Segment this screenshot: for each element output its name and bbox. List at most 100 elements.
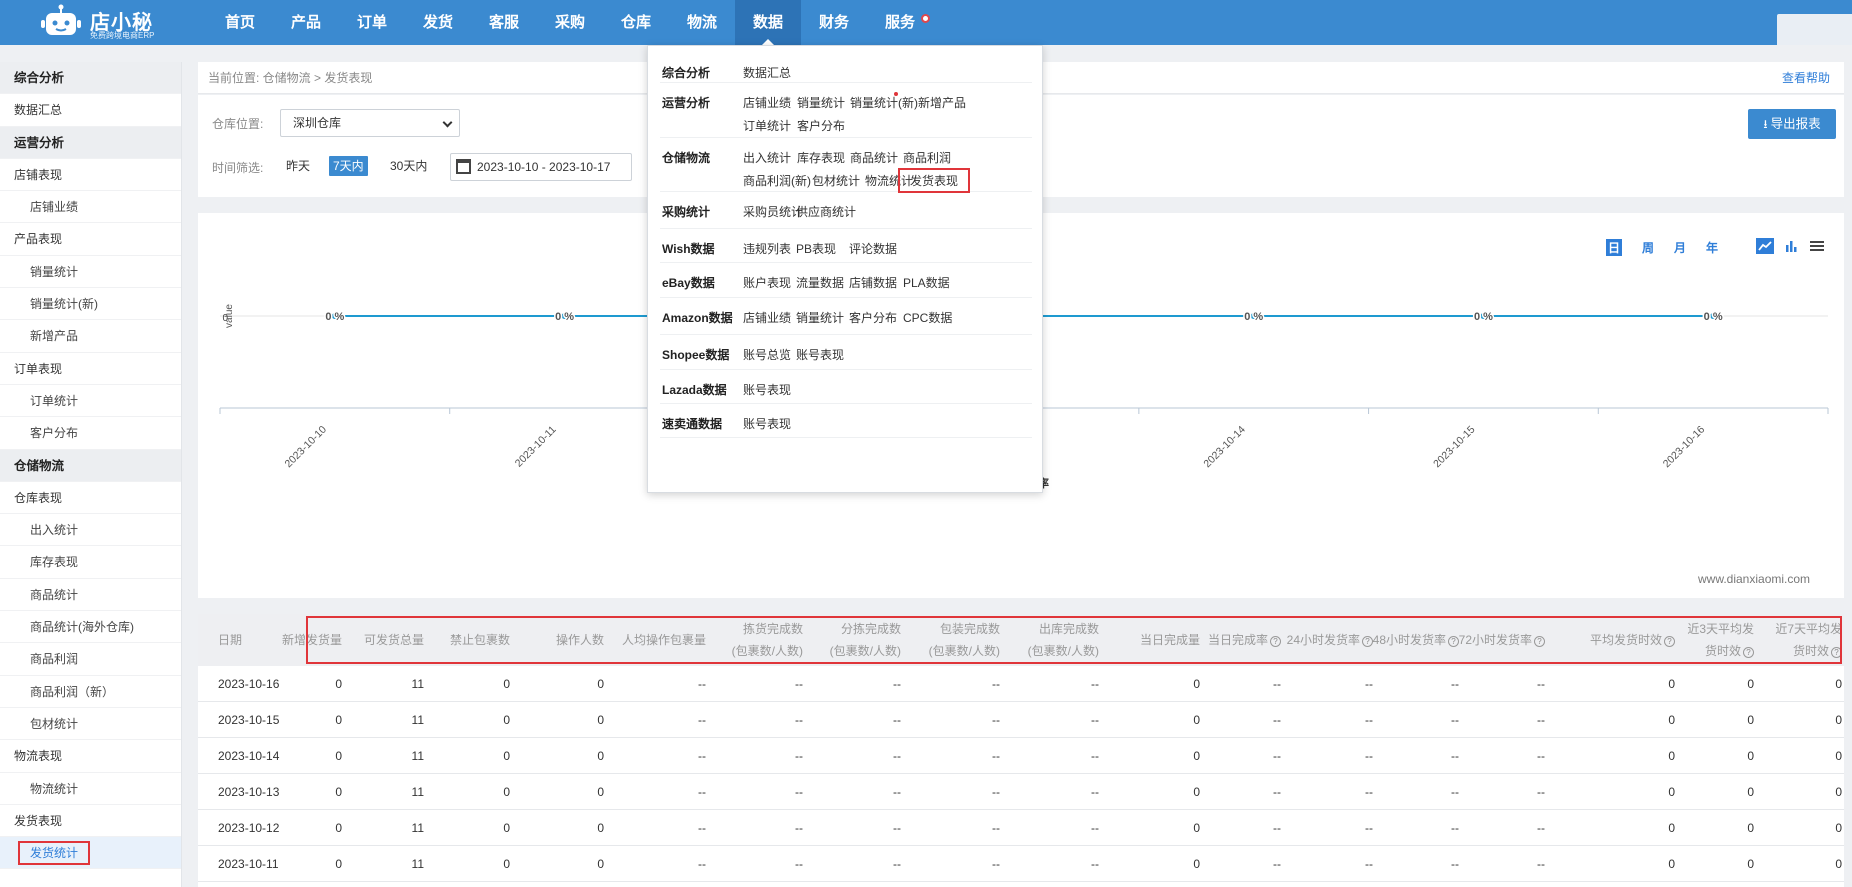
sidebar-item[interactable]: 商品利润（新） — [0, 676, 181, 708]
sidebar-item[interactable]: 发货表现 — [0, 805, 181, 838]
dropdown-link[interactable]: 账户表现 — [743, 274, 791, 291]
column-header[interactable]: 日期 — [218, 614, 242, 666]
table-row[interactable]: 2023-10-13 0 11 0 0 -- -- -- -- -- 0 -- -- -- -- 0 0 0 — [198, 774, 1844, 810]
dropdown-link[interactable]: 采购员统计 — [743, 203, 803, 220]
sidebar-label: 运营分析 — [14, 135, 65, 150]
top-navbar: 店小秘 免费跨境电商ERP 首页 产品 订单 发货 客服 采购 仓库 物流 数据 财务 服务 — [0, 0, 1852, 45]
dropdown-link[interactable]: CPC数据 — [903, 309, 952, 326]
table-cell: 0 — [1668, 749, 1675, 763]
sidebar-item[interactable]: 订单统计 — [0, 385, 181, 418]
dropdown-link[interactable]: 违规列表 — [743, 240, 791, 257]
sidebar-item[interactable]: 发货统计 — [0, 837, 181, 870]
dropdown-link[interactable]: 账号总览 — [743, 346, 791, 363]
sidebar-item[interactable]: 商品利润 — [0, 643, 181, 676]
dropdown-link[interactable]: PB表现 — [796, 240, 836, 257]
dropdown-link[interactable]: 新增产品 — [918, 94, 966, 111]
sidebar-item[interactable]: 物流表现 — [0, 740, 181, 773]
table-row[interactable]: 2023-10-14 0 11 0 0 -- -- -- -- -- 0 -- -- -- -- 0 0 0 — [198, 738, 1844, 774]
dropdown-link[interactable]: 商品利润(新) — [743, 172, 811, 189]
dropdown-link[interactable]: 销量统计 — [797, 94, 845, 111]
sidebar-item[interactable]: 库存表现 — [0, 546, 181, 579]
sidebar-item[interactable]: 订单表现 — [0, 353, 181, 385]
dropdown-link[interactable]: 销量统计(新) — [850, 94, 918, 111]
nav-service[interactable]: 客服 — [471, 0, 537, 45]
table-row[interactable]: 2023-10-11 0 11 0 0 -- -- -- -- -- 0 -- -- -- -- 0 0 0 — [198, 846, 1844, 882]
dropdown-link[interactable]: 店铺数据 — [849, 274, 897, 291]
table-cell: 0 — [335, 785, 342, 799]
sidebar-item[interactable]: 新增产品 — [0, 320, 181, 353]
dropdown-section-title: Wish数据 — [662, 242, 715, 256]
export-report-button[interactable]: ⭳ 导出报表 — [1748, 109, 1836, 139]
warehouse-select[interactable]: 深圳仓库 — [280, 109, 460, 137]
help-link[interactable]: 查看帮助 — [1782, 62, 1830, 94]
sidebar-item[interactable]: 店铺表现 — [0, 159, 181, 192]
table-cell: -- — [1451, 821, 1459, 835]
dropdown-link[interactable]: 商品利润 — [903, 149, 951, 166]
dropdown-link[interactable]: 账号表现 — [743, 381, 791, 398]
nav-data[interactable]: 数据 — [735, 0, 801, 45]
sidebar-item[interactable]: 店铺业绩 — [0, 191, 181, 224]
header-highlight-outline — [306, 616, 1842, 664]
dropdown-link[interactable]: 商品统计 — [850, 149, 898, 166]
dropdown-link[interactable]: 账号表现 — [796, 346, 844, 363]
time-option-30days[interactable]: 30天内 — [386, 156, 431, 176]
nav-home[interactable]: 首页 — [207, 0, 273, 45]
sidebar-item[interactable]: 产品表现 — [0, 223, 181, 256]
table-cell: -- — [1365, 677, 1373, 691]
dropdown-link[interactable]: 订单统计 — [743, 117, 791, 134]
dropdown-link[interactable]: 发货表现 — [898, 168, 971, 193]
logo[interactable]: 店小秘 免费跨境电商ERP — [40, 4, 200, 40]
sidebar-item[interactable]: 物流统计 — [0, 773, 181, 805]
dropdown-link[interactable]: 销量统计 — [796, 309, 844, 326]
time-option-yesterday[interactable]: 昨天 — [282, 156, 314, 176]
date-range-picker[interactable]: 2023-10-10 - 2023-10-17 — [450, 153, 632, 181]
sidebar-item[interactable]: 出入统计 — [0, 514, 181, 547]
brand-slogan: 免费跨境电商ERP — [90, 31, 155, 40]
table-row[interactable]: 2023-10-16 0 11 0 0 -- -- -- -- -- 0 -- -- -- -- 0 0 0 — [198, 666, 1844, 702]
dropdown-link[interactable]: 流量数据 — [796, 274, 844, 291]
nav-purchase[interactable]: 采购 — [537, 0, 603, 45]
table-row[interactable]: 2023-10-15 0 11 0 0 -- -- -- -- -- 0 -- -- -- -- 0 0 0 — [198, 702, 1844, 738]
table-cell: 11 — [411, 677, 424, 691]
sidebar-item[interactable]: 仓库表现 — [0, 482, 181, 515]
y-axis-label: value — [224, 304, 235, 328]
dropdown-link[interactable]: 出入统计 — [743, 149, 791, 166]
table-cell: -- — [698, 713, 706, 727]
dropdown-link[interactable]: 供应商统计 — [796, 203, 856, 220]
dropdown-link[interactable]: 客户分布 — [797, 117, 845, 134]
sidebar-item[interactable]: 销量统计 — [0, 256, 181, 289]
sidebar-item[interactable]: 商品统计 — [0, 579, 181, 612]
dropdown-link[interactable]: PLA数据 — [903, 274, 950, 291]
dropdown-link[interactable]: 店铺业绩 — [743, 309, 791, 326]
table-cell: -- — [1273, 749, 1281, 763]
time-option-7days[interactable]: 7天内 — [329, 156, 368, 176]
nav-warehouse[interactable]: 仓库 — [603, 0, 669, 45]
sidebar-label: 商品利润（新） — [30, 684, 115, 699]
dropdown-link[interactable]: 账号表现 — [743, 415, 791, 432]
sidebar-item[interactable]: 数据汇总 — [0, 94, 181, 127]
sidebar-label: 商品统计(海外仓库) — [30, 620, 134, 635]
table-cell: -- — [1273, 713, 1281, 727]
sidebar-item[interactable]: 客户分布 — [0, 417, 181, 450]
warehouse-label: 仓库位置: — [212, 117, 264, 131]
sidebar-item[interactable]: 销量统计(新) — [0, 288, 181, 321]
dropdown-link[interactable]: 评论数据 — [849, 240, 897, 257]
table-row[interactable]: 2023-10-12 0 11 0 0 -- -- -- -- -- 0 -- -- -- -- 0 0 0 — [198, 810, 1844, 846]
nav-order[interactable]: 订单 — [339, 0, 405, 45]
dropdown-link[interactable]: 包材统计 — [812, 172, 860, 189]
nav-product[interactable]: 产品 — [273, 0, 339, 45]
table-cell: 0 — [597, 749, 604, 763]
dropdown-link[interactable]: 数据汇总 — [743, 64, 791, 81]
nav-logistics[interactable]: 物流 — [669, 0, 735, 45]
table-cell: 0 — [1747, 785, 1754, 799]
sidebar-label: 物流表现 — [14, 749, 63, 764]
nav-finance[interactable]: 财务 — [801, 0, 867, 45]
table-cell: -- — [1365, 785, 1373, 799]
dropdown-link[interactable]: 库存表现 — [797, 149, 845, 166]
sidebar-item[interactable]: 商品统计(海外仓库) — [0, 611, 181, 644]
user-account-box[interactable] — [1777, 14, 1852, 45]
nav-shipping[interactable]: 发货 — [405, 0, 471, 45]
sidebar-item[interactable]: 包材统计 — [0, 708, 181, 741]
dropdown-link[interactable]: 店铺业绩 — [743, 94, 791, 111]
dropdown-link[interactable]: 客户分布 — [849, 309, 897, 326]
